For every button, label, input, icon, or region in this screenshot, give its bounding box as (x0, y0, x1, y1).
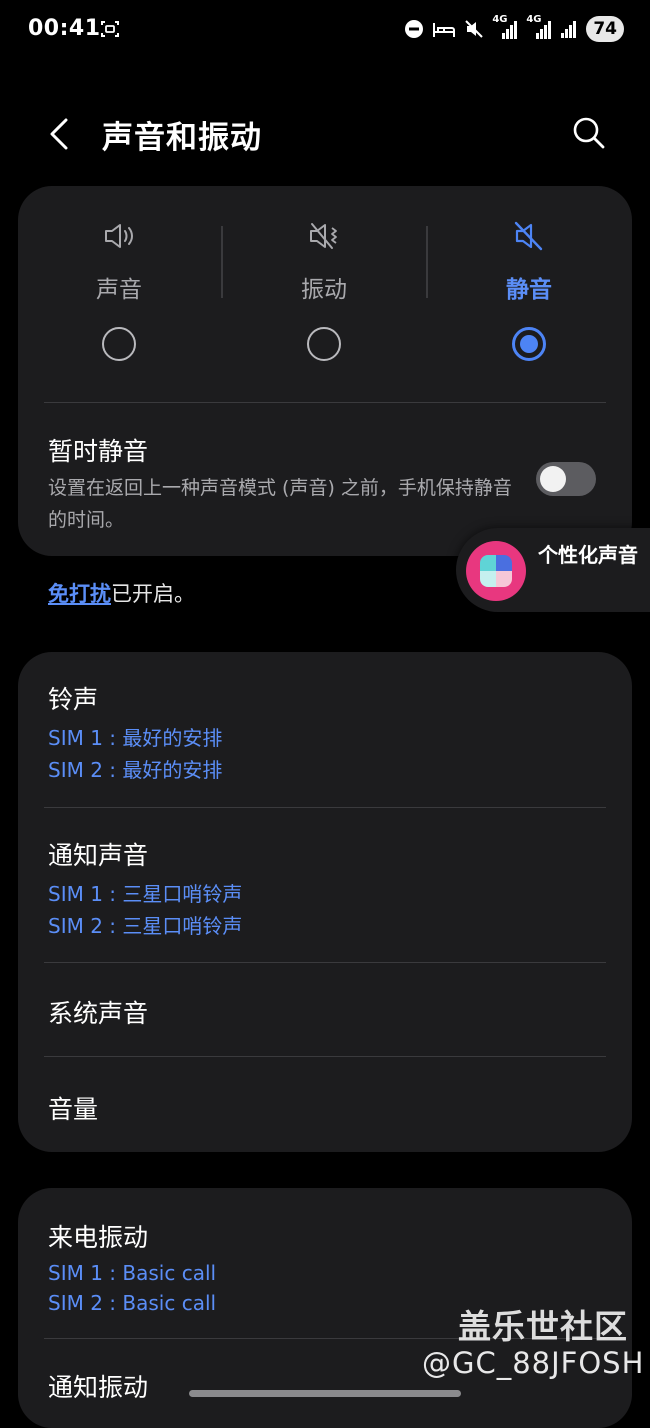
divider (426, 226, 428, 298)
dnd-notice-text: 已开启。 (111, 582, 195, 606)
dnd-link[interactable]: 免打扰 (48, 582, 111, 606)
dnd-notice: 免打扰已开启。 (48, 578, 195, 608)
sound-mode-label: 声音 (96, 277, 142, 303)
temporary-mute-description: 设置在返回上一种声音模式 (声音) 之前，手机保持静音的时间。 (48, 477, 512, 531)
screenshot-icon (101, 21, 119, 37)
app-icon-tiles (480, 555, 512, 587)
vibrate-mode-radio[interactable] (307, 327, 341, 361)
list-item-subtitle: SIM 1 : 三星口哨铃声 (48, 882, 243, 906)
list-item-title: 通知声音 (48, 841, 149, 870)
speaker-icon (105, 224, 133, 248)
list-item-title: 系统声音 (48, 999, 149, 1028)
notification-sound-item[interactable]: 通知声音 SIM 1 : 三星口哨铃声 SIM 2 : 三星口哨铃声 (48, 836, 242, 942)
notification-vibration-item[interactable]: 通知振动 (48, 1368, 148, 1404)
sound-mode-option[interactable]: 声音 (29, 186, 209, 386)
list-item-subtitle: SIM 2 : 最好的安排 (48, 758, 223, 782)
divider (44, 402, 606, 403)
page-title: 声音和振动 (102, 120, 262, 156)
personalized-sound-label: 个性化声音 (538, 543, 638, 567)
mute-mode-label: 静音 (506, 277, 552, 303)
sound-mode-radio[interactable] (102, 327, 136, 361)
signal-sim1-icon: 4G (492, 14, 518, 41)
mute-status-icon (465, 20, 484, 38)
vibrate-mode-label: 振动 (301, 277, 347, 303)
divider (221, 226, 223, 298)
system-sound-item[interactable]: 系统声音 (48, 994, 148, 1030)
search-icon[interactable] (568, 112, 610, 154)
mute-mode-option[interactable]: 静音 (439, 186, 619, 386)
battery-level: 74 (586, 16, 624, 42)
list-item-title: 音量 (48, 1095, 99, 1124)
watermark-title: 盖乐世社区 (458, 1307, 628, 1346)
back-button[interactable] (42, 112, 82, 156)
list-item-subtitle: SIM 1 : 最好的安排 (48, 726, 223, 750)
list-item-subtitle: SIM 1 : Basic call (48, 1261, 217, 1285)
temporary-mute-toggle[interactable] (536, 462, 596, 496)
divider (44, 807, 606, 808)
divider (44, 962, 606, 963)
toggle-knob (540, 466, 566, 492)
list-item-subtitle: SIM 2 : 三星口哨铃声 (48, 914, 243, 938)
personalized-sound-app-icon (466, 541, 526, 601)
dnd-status-icon (405, 20, 424, 38)
bedtime-icon (433, 23, 456, 37)
status-bar: 00:41 4G 4G 74 (0, 0, 650, 62)
volume-item[interactable]: 音量 (48, 1090, 98, 1126)
vibrate-mode-option[interactable]: 振动 (234, 186, 414, 386)
sound-mode-card: 声音 振动 静音 暂时静音 设置在返回上一种声音模式 (声音) 之前，手机保持静… (18, 186, 632, 556)
list-item-title: 来电振动 (48, 1223, 149, 1252)
mute-icon (514, 221, 543, 251)
signal-icon (561, 21, 577, 38)
list-item-title: 铃声 (48, 685, 99, 714)
ringtone-item[interactable]: 铃声 SIM 1 : 最好的安排 SIM 2 : 最好的安排 (48, 680, 222, 786)
call-vibration-item[interactable]: 来电振动 SIM 1 : Basic call SIM 2 : Basic ca… (48, 1218, 216, 1318)
list-item-title: 通知振动 (48, 1373, 149, 1402)
signal-sim2-icon: 4G (526, 14, 552, 41)
divider (44, 1056, 606, 1057)
list-item-subtitle: SIM 2 : Basic call (48, 1291, 217, 1315)
mute-mode-radio[interactable] (512, 327, 546, 361)
status-time: 00:41 (28, 16, 101, 41)
home-indicator[interactable] (189, 1390, 461, 1397)
vibrate-icon (310, 223, 337, 249)
sound-settings-card: 铃声 SIM 1 : 最好的安排 SIM 2 : 最好的安排 通知声音 SIM … (18, 652, 632, 1152)
watermark-handle: @GC_88JFOSH (422, 1346, 645, 1380)
temporary-mute-title[interactable]: 暂时静音 (48, 432, 148, 468)
personalized-sound-shortcut[interactable]: 个性化声音 (456, 528, 650, 612)
